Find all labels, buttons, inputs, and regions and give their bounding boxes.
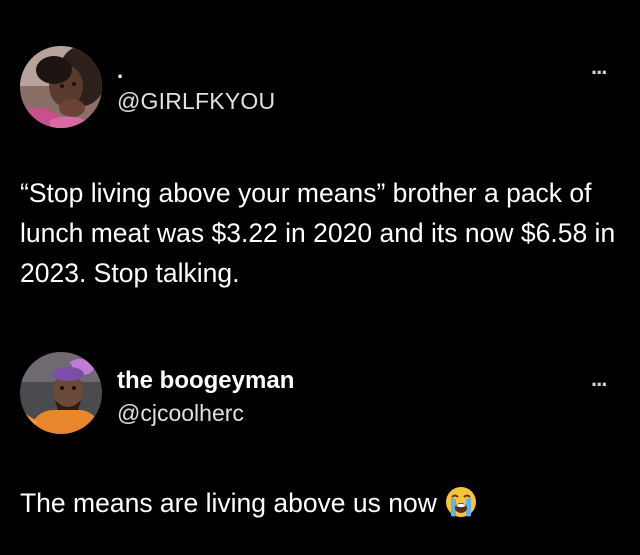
profile-photo-icon bbox=[20, 352, 102, 434]
display-name[interactable]: the boogeyman bbox=[117, 367, 294, 395]
post-original: . @GIRLFKYOU ... “Stop living above your… bbox=[0, 0, 640, 345]
post-text: “Stop living above your means” brother a… bbox=[20, 178, 616, 288]
profile-photo-icon bbox=[20, 46, 102, 128]
loudly-crying-face-emoji-icon bbox=[445, 486, 477, 529]
avatar[interactable] bbox=[20, 352, 102, 434]
user-handle[interactable]: @cjcoolherc bbox=[117, 398, 244, 428]
more-options-icon[interactable]: ... bbox=[591, 368, 607, 390]
reply-text-content: The means are living above us now bbox=[20, 488, 437, 518]
more-options-icon[interactable]: ... bbox=[591, 56, 607, 78]
display-name[interactable]: . bbox=[117, 60, 123, 82]
reply-text: The means are living above us now bbox=[20, 483, 630, 529]
avatar[interactable] bbox=[20, 46, 102, 128]
user-handle[interactable]: @GIRLFKYOU bbox=[117, 86, 275, 116]
